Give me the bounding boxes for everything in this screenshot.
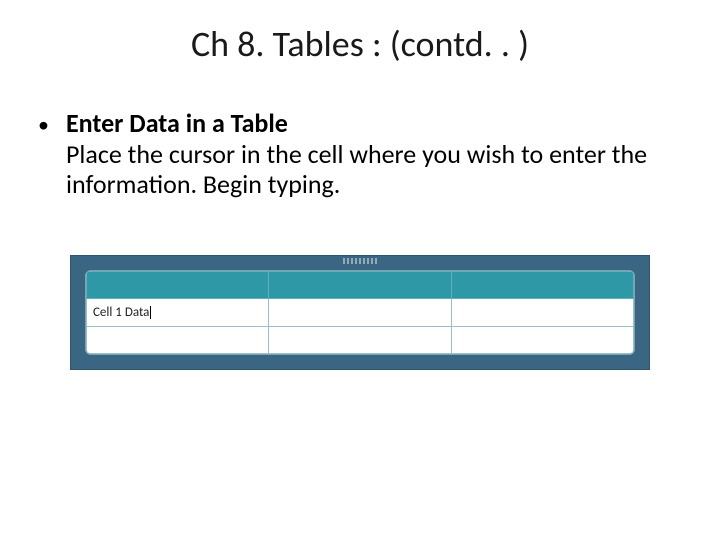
cell-text: Cell 1 Data [93,305,149,320]
table-cell[interactable] [87,326,269,353]
page-title: Ch 8. Tables : (contd. . ) [0,22,720,66]
body-text: • Enter Data in a Table Place the cursor… [38,108,678,200]
text-cursor-icon [150,306,151,319]
bullet-text: Place the cursor in the cell where you w… [66,138,647,201]
header-cell [269,272,451,299]
table-cell-active[interactable]: Cell 1 Data [87,299,269,326]
header-cell [87,272,269,299]
header-cell [451,272,633,299]
bullet-content: Enter Data in a Table Place the cursor i… [66,108,678,200]
table-move-handle-icon [343,258,377,264]
table-cell[interactable] [451,299,633,326]
table-cell[interactable] [451,326,633,353]
bullet-heading: Enter Data in a Table [66,107,288,139]
table-row: Cell 1 Data [87,299,634,326]
bullet-item: • Enter Data in a Table Place the cursor… [38,108,678,200]
table-row [87,326,634,353]
sample-table: Cell 1 Data [86,271,634,354]
bullet-marker: • [38,108,66,138]
table-figure: Cell 1 Data [70,255,650,370]
slide: Ch 8. Tables : (contd. . ) • Enter Data … [0,0,720,540]
table-header-row [87,272,634,299]
table-cell[interactable] [269,326,451,353]
table-cell[interactable] [269,299,451,326]
embedded-table: Cell 1 Data [85,270,635,355]
